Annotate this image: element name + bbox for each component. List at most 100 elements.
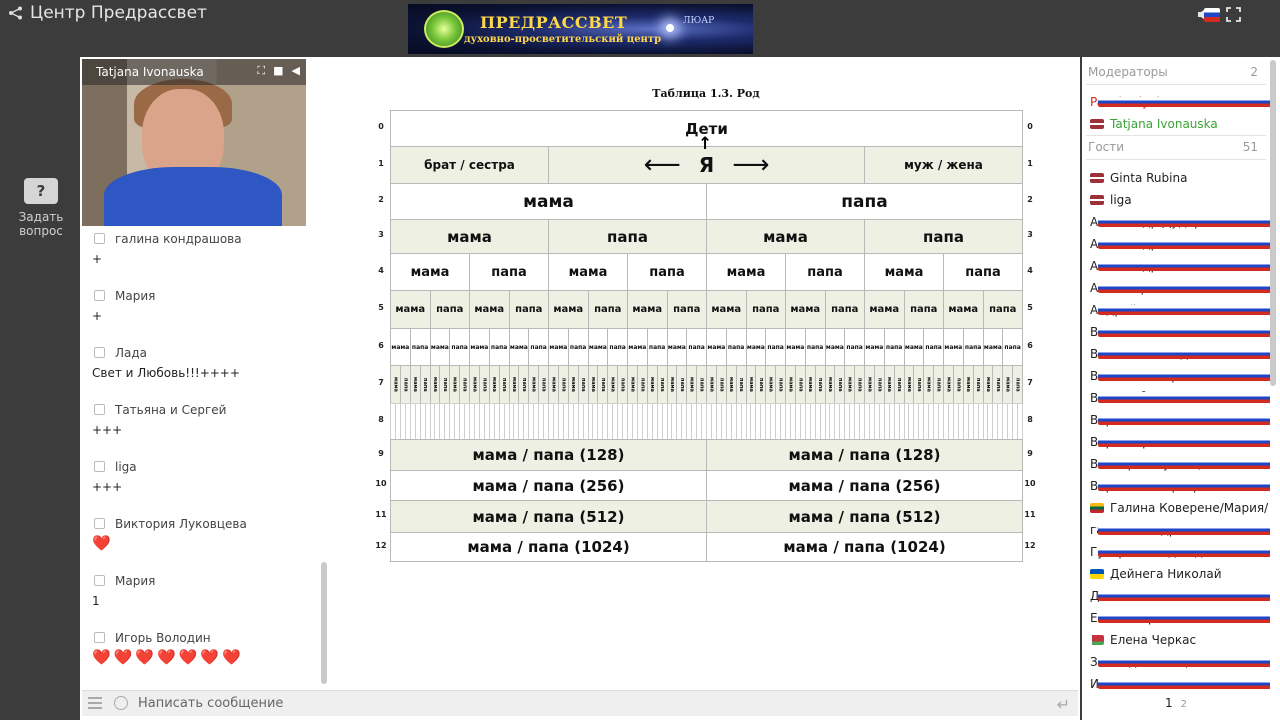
table-cell: мама (706, 219, 865, 254)
page-2-link[interactable]: 2 (1181, 699, 1187, 710)
chat-author: Мария (94, 289, 155, 303)
chat-text: + (92, 252, 103, 266)
guest-item[interactable]: Елена Кириченко (1090, 611, 1270, 625)
table-cell: мама (785, 290, 826, 329)
table-cell: мама (548, 290, 589, 329)
country-flag-icon (1090, 569, 1104, 579)
table-cell: папа (1002, 328, 1023, 366)
table-cell: мама (548, 328, 569, 366)
chat-message: галина кондрашова + (82, 226, 322, 283)
copy-icon[interactable] (94, 575, 105, 586)
table-cell: папа (883, 328, 905, 366)
country-flag-icon (1098, 415, 1270, 425)
guest-item[interactable]: Алла Коренная (1090, 281, 1270, 295)
guest-item[interactable]: Вера (1090, 413, 1270, 427)
star-icon (666, 24, 674, 32)
table-cell: мама (390, 253, 470, 291)
table-cell: папа (962, 328, 984, 366)
language-flag-icon[interactable] (1204, 7, 1220, 22)
chat-message: Лада Свет и Любовь!!!++++ (82, 340, 322, 397)
guest-item[interactable]: Александр. (1090, 259, 1270, 273)
message-input[interactable]: Написать сообщение (138, 696, 283, 711)
table-cell: мама (943, 290, 984, 329)
table-cell: мама (508, 328, 530, 366)
guest-item[interactable]: Дейнега Николай (1090, 567, 1270, 581)
table-cell: папа (982, 290, 1023, 329)
guest-item[interactable]: Александр. (1090, 237, 1270, 251)
guest-item[interactable]: Джемма Моисеева (1090, 589, 1270, 603)
country-flag-icon (1098, 613, 1270, 623)
table-cell: папа (785, 253, 865, 291)
country-flag-icon (1098, 437, 1270, 447)
table-cell: мама (469, 290, 510, 329)
row-number: 3 (1027, 230, 1033, 239)
menu-icon[interactable] (88, 697, 102, 709)
guest-item[interactable]: ВАЛЕРИЙ ГАЛИМОВ (1090, 391, 1270, 405)
guest-item[interactable]: Воронова Маргарита (1090, 479, 1270, 493)
guest-item[interactable]: Елена Черкас (1090, 633, 1270, 647)
table-cell: папа (508, 290, 549, 329)
table-cell: папа (923, 328, 944, 366)
table-cell: мама / папа (128) (390, 439, 707, 471)
participants-scrollbar[interactable] (1270, 60, 1276, 386)
guest-item[interactable]: Гусарова Надежда (1090, 545, 1270, 559)
row-number: 10 (375, 479, 387, 488)
table-cell: папа (488, 328, 510, 366)
fullscreen-icon[interactable] (1225, 6, 1242, 23)
guest-item[interactable]: галина кондрашова (1090, 523, 1270, 537)
guest-item[interactable]: Галина Коверене/Мария/ (1090, 501, 1270, 515)
guest-item[interactable]: Ginta Rubina (1090, 171, 1270, 185)
country-flag-icon (1098, 591, 1270, 601)
copy-icon[interactable] (94, 461, 105, 472)
chat-author: liga (94, 460, 137, 474)
country-flag-icon (1098, 459, 1270, 469)
row-number: 9 (1027, 448, 1033, 458)
table-cell: папа (844, 328, 865, 366)
video-feed[interactable]: Tatjana Ivonauska ⛶ ■ ◀ (82, 59, 306, 226)
chat-scrollbar[interactable] (321, 562, 327, 684)
guest-item[interactable]: liga (1090, 193, 1270, 207)
table-cell: мама (943, 328, 964, 366)
guest-item[interactable]: Вера Мария Хонякины (1090, 435, 1270, 449)
copy-icon[interactable] (94, 404, 105, 415)
top-bar: Центр Предрассвет ПРЕДРАССВЕТ духовно-пр… (0, 0, 1280, 56)
emoji-icon[interactable] (114, 696, 128, 710)
guest-item[interactable]: Виктория Луковцева (1090, 457, 1270, 471)
guest-item[interactable]: Андрей (1090, 303, 1270, 317)
copy-icon[interactable] (94, 233, 105, 244)
copy-icon[interactable] (94, 290, 105, 301)
moderators-heading: Модераторы (1088, 65, 1168, 79)
country-flag-icon (1098, 305, 1270, 315)
table-cell: папа (567, 328, 589, 366)
guest-item[interactable]: Иван пачин (1090, 677, 1270, 691)
copy-icon[interactable] (94, 518, 105, 529)
page-1-link[interactable]: 1 (1165, 696, 1173, 710)
table-cell: мама / папа (256) (706, 470, 1023, 501)
guest-item[interactable]: Валентина Банникова (1090, 325, 1270, 339)
country-flag-icon (1098, 657, 1270, 667)
send-icon[interactable]: ↵ (1057, 695, 1070, 714)
share-icon[interactable] (8, 6, 24, 20)
row-number: 12 (1024, 540, 1036, 550)
row-number: 5 (1027, 303, 1033, 312)
camera-icon[interactable]: ■ (273, 64, 283, 78)
guest-item[interactable]: Валентина Мадилова (1090, 347, 1270, 361)
moderator-item[interactable]: Pavel Tulyakov (1090, 95, 1270, 109)
expand-icon[interactable]: ⛶ (257, 64, 265, 78)
row-number: 12 (375, 540, 387, 550)
table-cell: мама (785, 328, 806, 366)
country-flag-icon (1098, 679, 1270, 689)
copy-icon[interactable] (94, 347, 105, 358)
chat-text: Свет и Любовь!!!++++ (92, 366, 240, 380)
table-cell: муж / жена (864, 146, 1023, 184)
copy-icon[interactable] (94, 632, 105, 643)
speaker-icon[interactable]: ◀ (292, 64, 300, 78)
guest-item[interactable]: Валентина Прокопьева (1090, 369, 1270, 383)
guest-item[interactable]: Зинаида Иванцова (1090, 655, 1270, 669)
chat-author: Мария (94, 574, 155, 588)
moderator-item[interactable]: Tatjana Ivonauska (1090, 117, 1270, 131)
question-bubble-icon: ? (24, 178, 58, 204)
ask-question-button[interactable]: ? Задать вопрос (14, 178, 68, 238)
guest-item[interactable]: Александр Дударов Элина ... (1090, 215, 1270, 229)
chat-messages[interactable]: галина кондрашова + Мария + Лада Свет и Любов… (82, 226, 322, 686)
